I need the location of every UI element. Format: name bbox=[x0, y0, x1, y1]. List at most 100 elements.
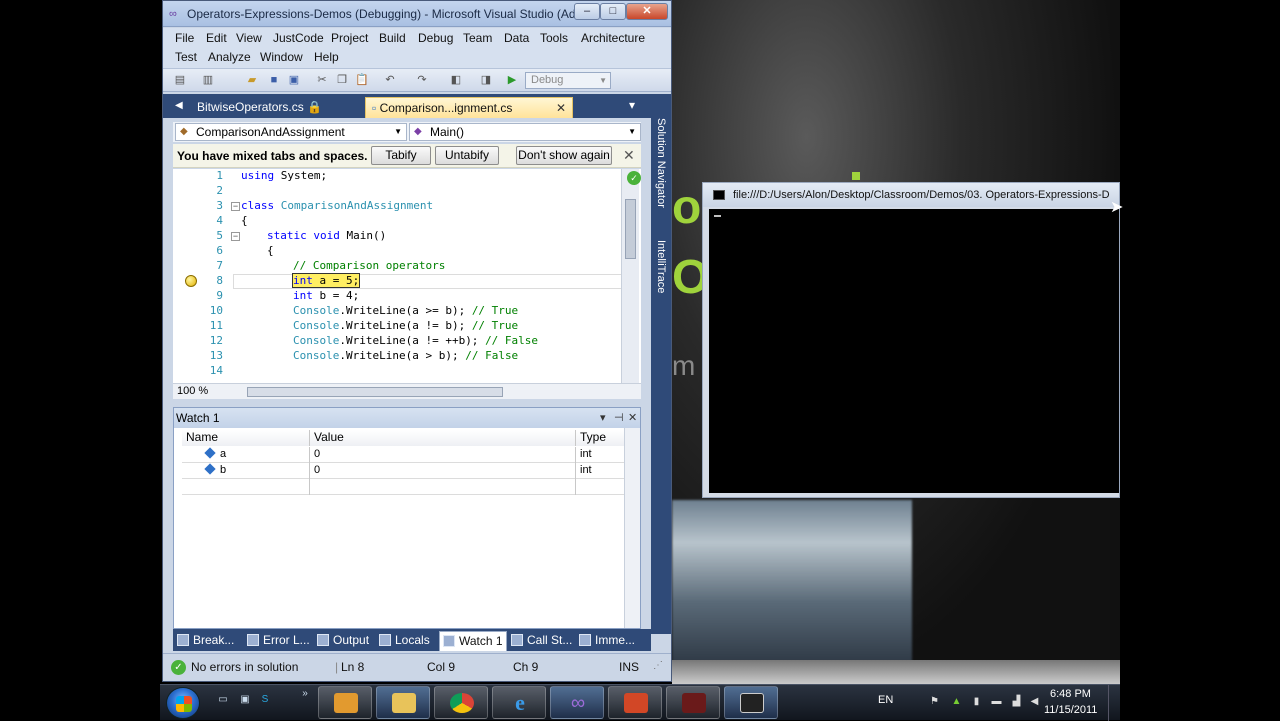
solution-configuration-combo[interactable]: Debug ▼ bbox=[525, 72, 611, 89]
action-center-icon[interactable]: ⚑ bbox=[928, 695, 941, 708]
taskbar-internet-explorer[interactable]: e bbox=[492, 686, 546, 719]
add-item-icon[interactable]: ▥ bbox=[201, 73, 215, 87]
taskbar-visual-studio[interactable]: ∞ bbox=[550, 686, 604, 719]
taskbar-console[interactable] bbox=[724, 686, 778, 719]
copy-icon[interactable]: ❐ bbox=[335, 73, 349, 87]
menu-debug[interactable]: Debug bbox=[418, 31, 453, 45]
zoom-level[interactable]: 100 % bbox=[177, 385, 208, 397]
menu-tools[interactable]: Tools bbox=[540, 31, 568, 45]
table-row[interactable]: a 0 int bbox=[182, 447, 632, 463]
clock-time[interactable]: 6:48 PM bbox=[1050, 688, 1091, 700]
untabify-button[interactable]: Untabify bbox=[435, 146, 499, 165]
power-icon[interactable]: ▬ bbox=[990, 695, 1003, 708]
taskbar-recorder[interactable] bbox=[666, 686, 720, 719]
solution-navigator-tab[interactable]: Solution Navigator bbox=[655, 118, 667, 208]
tab-breakpoints[interactable]: Break... bbox=[177, 631, 234, 651]
minimize-button[interactable]: – bbox=[574, 3, 600, 20]
tab-error-list[interactable]: Error L... bbox=[247, 631, 310, 651]
tab-bitwise-operators[interactable]: BitwiseOperators.cs 🔒 bbox=[191, 97, 353, 118]
maximize-button[interactable]: □ bbox=[600, 3, 626, 20]
console-icon bbox=[713, 190, 725, 200]
navigate-forward-icon[interactable]: ◨ bbox=[479, 73, 493, 87]
types-combo[interactable]: ◆ ComparisonAndAssignment ▼ bbox=[175, 123, 407, 141]
navigate-backward-icon[interactable]: ◧ bbox=[449, 73, 463, 87]
close-notification-icon[interactable]: ✕ bbox=[623, 147, 635, 164]
watch-vertical-scrollbar[interactable] bbox=[624, 428, 640, 628]
quicklaunch-more-icon[interactable]: » bbox=[298, 687, 312, 701]
language-indicator[interactable]: EN bbox=[878, 694, 893, 706]
taskbar-powerpoint[interactable] bbox=[608, 686, 662, 719]
clock-date[interactable]: 11/15/2011 bbox=[1044, 704, 1097, 716]
table-row[interactable]: b 0 int bbox=[182, 463, 632, 479]
paste-icon[interactable]: 📋 bbox=[355, 73, 369, 87]
console-title-bar[interactable]: file:///D:/Users/Alon/Desktop/Classroom/… bbox=[703, 183, 1119, 207]
watch-value-cell[interactable]: 0 bbox=[310, 463, 576, 479]
quicklaunch-icon[interactable]: ▣ bbox=[238, 693, 252, 707]
intellitrace-tab[interactable]: IntelliTrace bbox=[655, 240, 667, 293]
code-editor[interactable]: 1 2 3 4 5 6 7 8 9 10 11 12 13 14 − − usi… bbox=[173, 169, 641, 383]
vs-title-bar[interactable]: ∞ Operators-Expressions-Demos (Debugging… bbox=[163, 1, 671, 27]
show-desktop-button[interactable] bbox=[1108, 685, 1120, 721]
menu-edit[interactable]: Edit bbox=[206, 31, 227, 45]
chevron-down-icon: ▼ bbox=[394, 127, 402, 136]
taskbar-media-player[interactable] bbox=[318, 686, 372, 719]
start-button[interactable] bbox=[166, 687, 200, 719]
watch-empty-row[interactable] bbox=[182, 479, 632, 495]
tab-watch-1[interactable]: Watch 1 bbox=[439, 631, 507, 651]
show-desktop-quicklaunch-icon[interactable]: ▭ bbox=[216, 693, 230, 707]
menu-file[interactable]: File bbox=[175, 31, 194, 45]
members-combo[interactable]: ◆ Main() ▼ bbox=[409, 123, 641, 141]
column-header-value[interactable]: Value bbox=[310, 430, 576, 446]
taskbar-chrome[interactable] bbox=[434, 686, 488, 719]
tabify-button[interactable]: Tabify bbox=[371, 146, 431, 165]
tab-comparison-and-assignment[interactable]: ▫ Comparison...ignment.cs ✕ bbox=[365, 97, 573, 118]
network-status-icon[interactable]: ▲ bbox=[950, 695, 963, 708]
collapse-method-icon[interactable]: − bbox=[231, 232, 240, 241]
menu-justcode[interactable]: JustCode bbox=[273, 31, 324, 45]
save-all-icon[interactable]: ▣ bbox=[287, 73, 301, 87]
taskbar-explorer[interactable] bbox=[376, 686, 430, 719]
tab-scroll-left-icon[interactable]: ◀ bbox=[175, 100, 183, 111]
skype-icon[interactable]: S bbox=[258, 693, 272, 707]
column-header-name[interactable]: Name bbox=[182, 430, 310, 446]
menu-project[interactable]: Project bbox=[331, 31, 368, 45]
redo-icon[interactable]: ↷ bbox=[415, 73, 429, 87]
save-icon[interactable]: ■ bbox=[267, 73, 281, 87]
watch-window-title-bar[interactable]: Watch 1 ▾ ⊣ ✕ bbox=[174, 408, 640, 428]
horizontal-scrollbar-thumb[interactable] bbox=[247, 387, 503, 397]
cut-icon[interactable]: ✂ bbox=[315, 73, 329, 87]
menu-view[interactable]: View bbox=[236, 31, 262, 45]
console-output-area[interactable] bbox=[709, 209, 1119, 493]
undo-icon[interactable]: ↶ bbox=[383, 73, 397, 87]
watch-value-cell[interactable]: 0 bbox=[310, 447, 576, 463]
active-files-menu-icon[interactable]: ▾ bbox=[629, 98, 635, 112]
close-icon[interactable]: ✕ bbox=[628, 408, 637, 428]
pin-icon[interactable]: ⊣ bbox=[614, 408, 624, 428]
close-tab-icon[interactable]: ✕ bbox=[556, 98, 566, 118]
network-signal-icon[interactable]: ▟ bbox=[1010, 695, 1023, 708]
editor-vertical-scrollbar[interactable] bbox=[621, 169, 639, 383]
start-debugging-icon[interactable]: ▶ bbox=[505, 73, 519, 87]
resize-grip-icon[interactable]: ⋰ bbox=[653, 660, 663, 671]
close-button[interactable]: ✕ bbox=[626, 3, 668, 20]
tab-immediate-window[interactable]: Imme... bbox=[579, 631, 635, 651]
dont-show-again-button[interactable]: Don't show again bbox=[516, 146, 612, 165]
menu-architecture[interactable]: Architecture bbox=[581, 31, 645, 45]
tab-call-stack[interactable]: Call St... bbox=[511, 631, 572, 651]
menu-build[interactable]: Build bbox=[379, 31, 406, 45]
tab-locals[interactable]: Locals bbox=[379, 631, 430, 651]
scrollbar-thumb[interactable] bbox=[625, 199, 636, 259]
menu-test[interactable]: Test bbox=[175, 50, 197, 64]
menu-help[interactable]: Help bbox=[314, 50, 339, 64]
new-project-icon[interactable]: ▤ bbox=[173, 73, 187, 87]
usb-device-icon[interactable]: ▮ bbox=[970, 695, 983, 708]
tab-output[interactable]: Output bbox=[317, 631, 369, 651]
menu-analyze[interactable]: Analyze bbox=[208, 50, 251, 64]
collapse-class-icon[interactable]: − bbox=[231, 202, 240, 211]
volume-icon[interactable]: ◀ bbox=[1028, 695, 1041, 708]
window-position-icon[interactable]: ▾ bbox=[600, 408, 606, 428]
open-file-icon[interactable]: ▰ bbox=[245, 73, 259, 87]
menu-window[interactable]: Window bbox=[260, 50, 303, 64]
menu-data[interactable]: Data bbox=[504, 31, 529, 45]
menu-team[interactable]: Team bbox=[463, 31, 492, 45]
